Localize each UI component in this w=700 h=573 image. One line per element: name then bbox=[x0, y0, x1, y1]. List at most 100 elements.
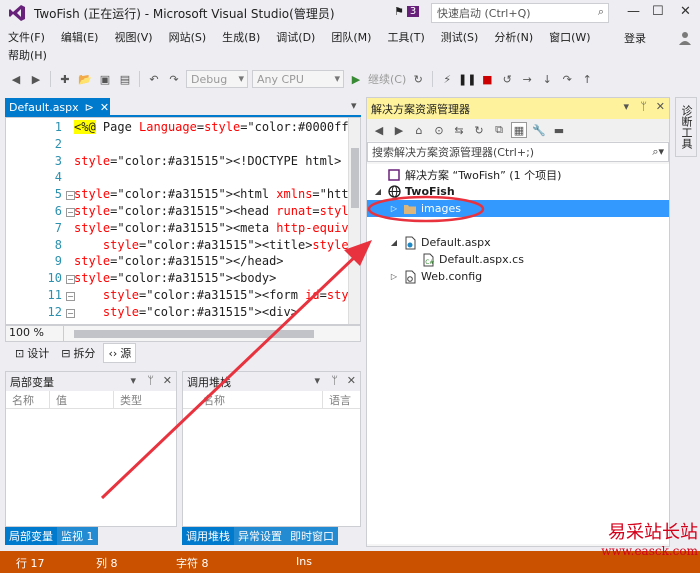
dropdown-icon[interactable]: ▾ bbox=[623, 100, 629, 113]
column-header-language[interactable]: 语言 bbox=[323, 391, 360, 408]
code-line[interactable]: style="color:#a31515"></head> bbox=[74, 254, 284, 268]
browser-link-icon[interactable]: ⚡ bbox=[439, 71, 455, 87]
tree-node-default-aspx-cs[interactable]: C# Default.aspx.cs bbox=[421, 251, 524, 268]
tab-exception-settings[interactable]: 异常设置 bbox=[234, 527, 286, 545]
home-icon[interactable]: ⌂ bbox=[411, 122, 427, 138]
menu-item[interactable]: 视图(V) bbox=[114, 29, 152, 45]
code-line[interactable]: style="color:#a31515"><meta http-equiv=s… bbox=[74, 221, 360, 235]
close-button[interactable]: ✕ bbox=[680, 4, 691, 19]
minimize-button[interactable]: — bbox=[627, 4, 640, 19]
editor-horizontal-scrollbar[interactable] bbox=[64, 326, 360, 341]
close-panel-icon[interactable]: ✕ bbox=[656, 100, 665, 113]
column-header-type[interactable]: 类型 bbox=[114, 391, 176, 408]
code-line[interactable]: style="color:#a31515"><head runat=style=… bbox=[74, 204, 360, 218]
tab-design[interactable]: ⊡ 设计 bbox=[11, 344, 53, 362]
code-line[interactable]: style="color:#a31515"><body> bbox=[74, 271, 276, 285]
save-icon[interactable]: ▣ bbox=[97, 71, 113, 87]
back-icon[interactable]: ◀ bbox=[371, 122, 387, 138]
code-line[interactable]: style="color:#a31515"><div> bbox=[74, 305, 298, 319]
pin-icon[interactable]: ⊳ bbox=[85, 101, 94, 114]
menu-item[interactable]: 窗口(W) bbox=[549, 29, 590, 45]
preview-icon[interactable]: ▬ bbox=[551, 122, 567, 138]
editor-vertical-scrollbar[interactable] bbox=[348, 118, 360, 324]
column-header-value[interactable]: 值 bbox=[50, 391, 114, 408]
menu-item[interactable]: 调试(D) bbox=[276, 29, 315, 45]
column-header-name[interactable]: 名称 bbox=[6, 391, 50, 408]
step-into-icon[interactable]: ↓ bbox=[539, 71, 555, 87]
tab-source[interactable]: ‹› 源 bbox=[103, 343, 137, 363]
expanded-arrow-icon[interactable]: ◢ bbox=[373, 187, 383, 196]
pin-icon[interactable]: ᛘ bbox=[147, 374, 154, 387]
document-tab-default-aspx[interactable]: Default.aspx ⊳ ✕ bbox=[5, 98, 110, 116]
menu-item[interactable]: 工具(T) bbox=[387, 29, 424, 45]
code-line[interactable]: style="color:#a31515"><!DOCTYPE html> bbox=[74, 154, 341, 168]
diagnostics-tools-side-tab[interactable]: 诊断工具 bbox=[675, 97, 697, 157]
tab-immediate-window[interactable]: 即时窗口 bbox=[286, 527, 338, 545]
code-line[interactable]: style="color:#a31515"><html xmlns="http:… bbox=[74, 187, 360, 201]
maximize-button[interactable]: ☐ bbox=[652, 4, 664, 19]
tree-node-project[interactable]: ◢ TwoFish bbox=[373, 183, 455, 200]
sync-icon[interactable]: ⇆ bbox=[451, 122, 467, 138]
menu-item[interactable]: 团队(M) bbox=[331, 29, 371, 45]
dropdown-icon[interactable]: ▾ bbox=[130, 374, 136, 387]
login-link[interactable]: 登录 bbox=[624, 30, 646, 46]
code-line[interactable]: style="color:#a31515"><form id=style="co… bbox=[74, 288, 360, 302]
open-file-icon[interactable]: 📂 bbox=[77, 71, 93, 87]
tree-node-images-folder[interactable]: ▷ images bbox=[367, 200, 669, 217]
collapsed-arrow-icon[interactable]: ▷ bbox=[389, 272, 399, 281]
menu-item[interactable]: 文件(F) bbox=[8, 29, 45, 45]
close-panel-icon[interactable]: ✕ bbox=[163, 374, 172, 387]
continue-icon[interactable]: ▶ bbox=[348, 71, 364, 87]
pin-icon[interactable]: ᛘ bbox=[640, 100, 647, 113]
refresh-icon[interactable]: ↻ bbox=[471, 122, 487, 138]
show-next-statement-icon[interactable]: → bbox=[519, 71, 535, 87]
collapse-all-icon[interactable]: ⧉ bbox=[491, 122, 507, 138]
pending-changes-filter-icon[interactable]: ⊙ bbox=[431, 122, 447, 138]
quick-launch-input[interactable]: 快速启动 (Ctrl+Q) ⌕ bbox=[431, 3, 609, 23]
menu-item[interactable]: 分析(N) bbox=[494, 29, 533, 45]
pin-icon[interactable]: ᛘ bbox=[331, 374, 338, 387]
undo-icon[interactable]: ↶ bbox=[146, 71, 162, 87]
solution-platform-select[interactable]: Any CPU bbox=[252, 70, 344, 88]
zoom-select[interactable]: 100 % bbox=[6, 326, 64, 341]
dropdown-icon[interactable]: ▾ bbox=[314, 374, 320, 387]
continue-button[interactable]: 继续(C) bbox=[368, 71, 406, 87]
code-line[interactable]: style="color:#a31515"><title>style="colo… bbox=[74, 238, 360, 252]
new-project-icon[interactable]: ✚ bbox=[57, 71, 73, 87]
user-icon[interactable] bbox=[677, 30, 693, 46]
navigate-forward-icon[interactable]: ▶ bbox=[28, 71, 44, 87]
menu-item[interactable]: 测试(S) bbox=[441, 29, 479, 45]
step-out-icon[interactable]: ↑ bbox=[579, 71, 595, 87]
expanded-arrow-icon[interactable]: ◢ bbox=[389, 238, 399, 247]
notification-area[interactable]: ⚑ 3 bbox=[394, 5, 420, 18]
close-tab-icon[interactable]: ✕ bbox=[100, 101, 109, 114]
save-all-icon[interactable]: ▤ bbox=[117, 71, 133, 87]
solution-explorer-search-input[interactable]: 搜索解决方案资源管理器(Ctrl+;) ⌕▾ bbox=[367, 142, 669, 162]
tab-watch-1[interactable]: 监视 1 bbox=[57, 527, 98, 545]
tab-dropdown-icon[interactable]: ▾ bbox=[351, 99, 357, 112]
tree-node-web-config[interactable]: ▷ Web.config bbox=[389, 268, 482, 285]
menu-item[interactable]: 编辑(E) bbox=[61, 29, 99, 45]
refresh-icon[interactable]: ↻ bbox=[410, 71, 426, 87]
redo-icon[interactable]: ↷ bbox=[166, 71, 182, 87]
forward-icon[interactable]: ▶ bbox=[391, 122, 407, 138]
tree-node-default-aspx[interactable]: ◢ Default.aspx bbox=[389, 234, 491, 251]
scrollbar-thumb[interactable] bbox=[74, 330, 314, 338]
code-editor[interactable]: 12345678910111213−−−−− <%@ Page Language… bbox=[5, 117, 361, 325]
stop-debugging-icon[interactable]: ■ bbox=[479, 71, 495, 87]
menu-item[interactable]: 帮助(H) bbox=[8, 47, 47, 63]
break-all-icon[interactable]: ❚❚ bbox=[458, 71, 476, 87]
tab-call-stack[interactable]: 调用堆栈 bbox=[182, 527, 234, 545]
restart-icon[interactable]: ↺ bbox=[499, 71, 515, 87]
show-all-files-icon[interactable]: ▦ bbox=[511, 122, 527, 138]
tab-split[interactable]: ⊟ 拆分 bbox=[57, 344, 99, 362]
solution-config-select[interactable]: Debug bbox=[186, 70, 248, 88]
properties-icon[interactable]: 🔧 bbox=[531, 122, 547, 138]
menu-item[interactable]: 生成(B) bbox=[222, 29, 260, 45]
navigate-back-icon[interactable]: ◀ bbox=[8, 71, 24, 87]
close-panel-icon[interactable]: ✕ bbox=[347, 374, 356, 387]
column-header-name[interactable]: 名称 bbox=[183, 391, 323, 408]
step-over-icon[interactable]: ↷ bbox=[559, 71, 575, 87]
scrollbar-thumb[interactable] bbox=[351, 148, 359, 208]
tab-locals[interactable]: 局部变量 bbox=[5, 527, 57, 545]
